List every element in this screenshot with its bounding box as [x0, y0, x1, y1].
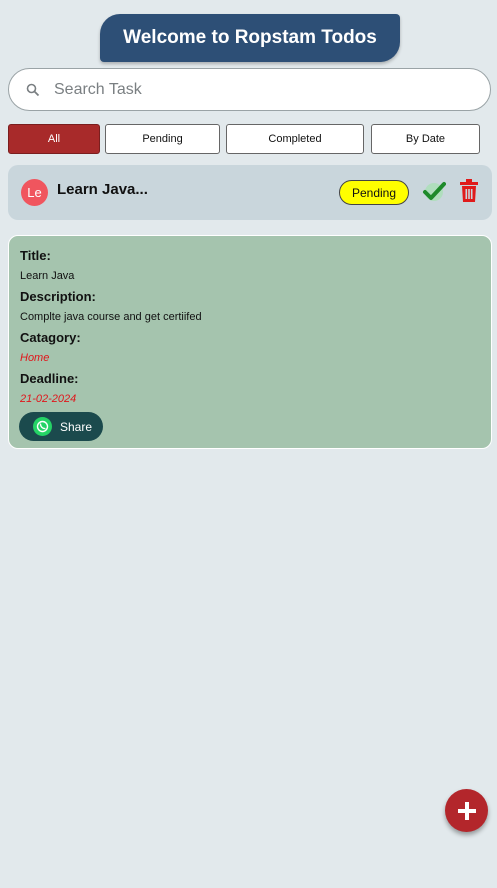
- filter-completed[interactable]: Completed: [226, 124, 364, 154]
- plus-icon: [457, 801, 476, 820]
- filter-all[interactable]: All: [8, 124, 100, 154]
- search-icon: [26, 83, 40, 96]
- deadline-value: 21-02-2024: [20, 393, 77, 405]
- share-button[interactable]: Share: [19, 412, 103, 441]
- status-badge[interactable]: Pending: [339, 180, 409, 205]
- whatsapp-icon: [33, 417, 52, 436]
- description-value: Complte java course and get certiifed: [20, 311, 202, 323]
- task-card[interactable]: Le Learn Java... Pending: [8, 165, 492, 220]
- filter-pending[interactable]: Pending: [105, 124, 220, 154]
- trash-icon[interactable]: [459, 179, 479, 203]
- task-title: Learn Java...: [57, 181, 148, 198]
- deadline-label: Deadline:: [20, 371, 79, 386]
- avatar: Le: [21, 179, 48, 206]
- app-title: Welcome to Ropstam Todos: [100, 14, 400, 62]
- share-label: Share: [60, 419, 93, 434]
- search-bar[interactable]: [8, 68, 491, 111]
- add-task-button[interactable]: [445, 789, 488, 832]
- title-label: Title:: [20, 248, 51, 263]
- category-value: Home: [20, 352, 50, 364]
- task-detail-card: Title: Learn Java Description: Complte j…: [8, 235, 492, 449]
- category-label: Catagory:: [20, 330, 81, 345]
- filter-by-date[interactable]: By Date: [371, 124, 480, 154]
- title-value: Learn Java: [20, 270, 75, 282]
- search-input[interactable]: [52, 79, 456, 100]
- check-icon[interactable]: [422, 180, 446, 204]
- description-label: Description:: [20, 289, 96, 304]
